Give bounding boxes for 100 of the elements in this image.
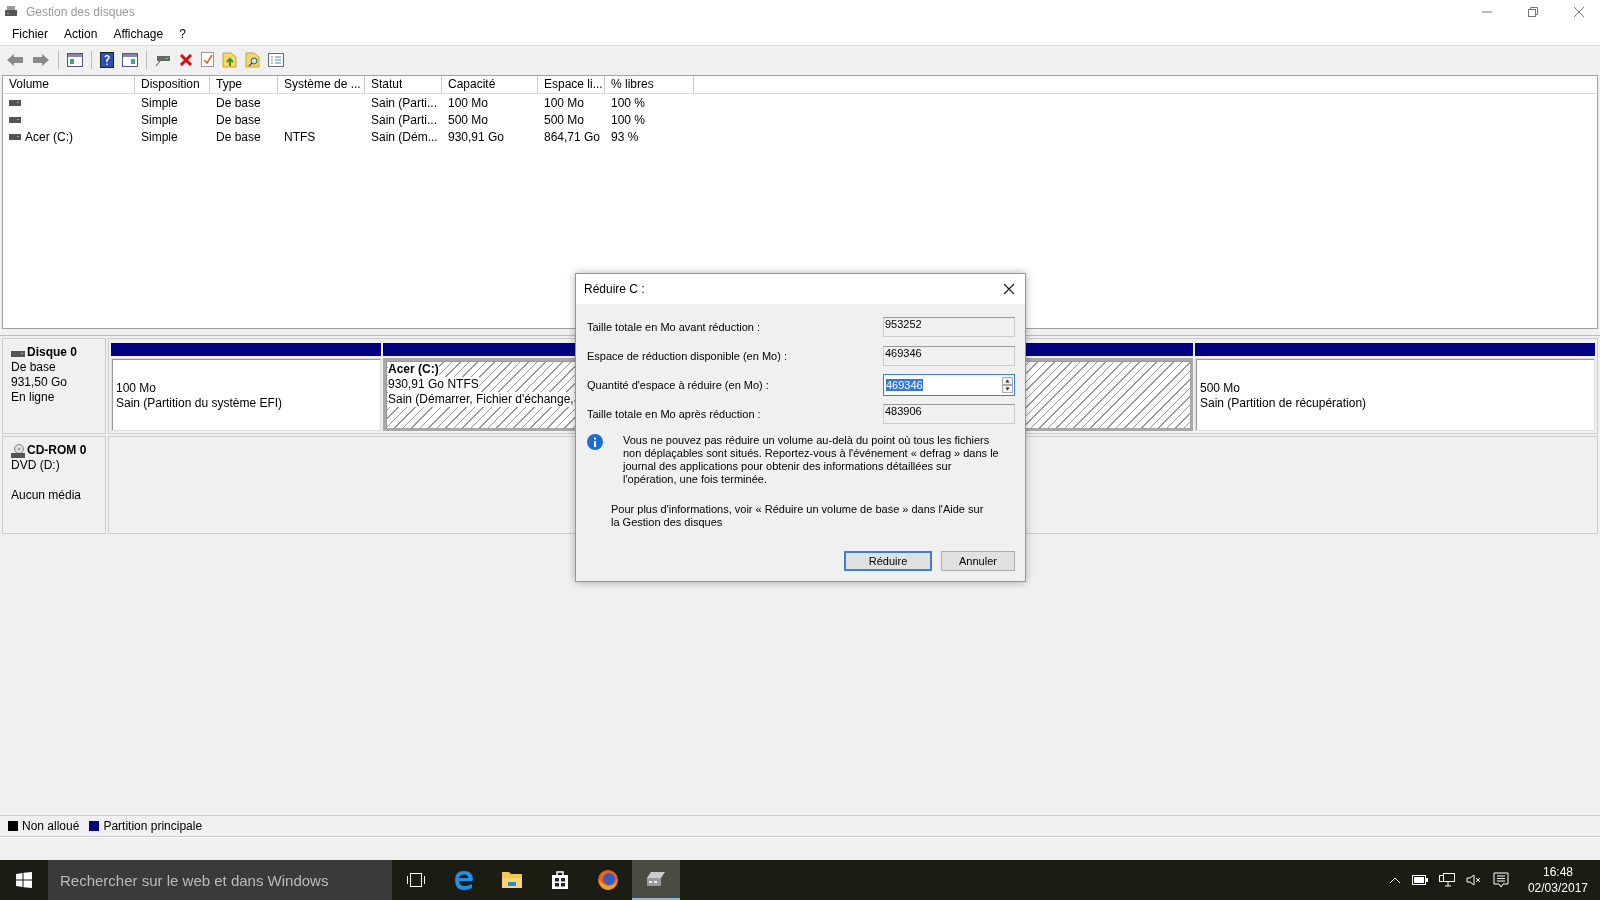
folder-search-icon[interactable] <box>245 51 260 68</box>
table-cell-text: 100 % <box>610 94 647 111</box>
column-header[interactable]: Espace li... <box>538 76 605 93</box>
clock-time[interactable]: 16:48 <box>1542 864 1573 880</box>
table-cell-text: Simple <box>140 94 179 111</box>
disk-name: Disque 0 <box>27 345 77 360</box>
table-cell-text: 100 % <box>610 111 647 128</box>
spin-down-icon[interactable] <box>1002 384 1013 393</box>
table-cell-text: 930,91 Go <box>447 128 506 145</box>
drive-icon <box>9 116 21 123</box>
properties-icon[interactable] <box>268 52 284 67</box>
column-header[interactable]: Disposition <box>135 76 210 93</box>
field-label: Taille totale en Mo après réduction : <box>587 407 761 420</box>
menu-item[interactable]: ? <box>171 27 194 41</box>
disk-info-panel[interactable]: CD-ROM 0 DVD (D:) Aucun média <box>2 436 106 534</box>
disk-status: Aucun média <box>11 488 83 503</box>
chevron-up-icon[interactable] <box>1388 876 1401 884</box>
start-windows-icon[interactable] <box>16 872 32 888</box>
readonly-field: 469346 <box>883 345 1015 366</box>
table-cell-text: 864,71 Go <box>543 128 602 145</box>
table-cell-text: Sain (Parti... <box>370 94 439 111</box>
table-cell-text: Simple <box>140 128 179 145</box>
panel-icon[interactable] <box>122 52 138 67</box>
table-cell-text: 100 Mo <box>543 94 586 111</box>
partition-size: 100 Mo <box>116 381 158 396</box>
column-header[interactable]: Volume <box>3 76 135 93</box>
back-arrow-icon[interactable] <box>6 52 24 67</box>
disk-drive-icon <box>645 870 667 888</box>
notification-icon[interactable] <box>1492 872 1509 888</box>
table-cell-text: De base <box>215 128 262 145</box>
cd-drive-icon <box>11 443 25 458</box>
table-cell-text: De base <box>215 111 262 128</box>
table-cell-text: 100 Mo <box>447 94 490 111</box>
partition-status: Sain (Partition du système EFI) <box>116 396 284 411</box>
legend-label: Partition principale <box>103 819 203 833</box>
disk-size: 931,50 Go <box>11 375 69 390</box>
search-field[interactable]: Rechercher sur le web et dans Windows <box>48 860 392 900</box>
drive-icon <box>9 133 21 140</box>
shopping-bag-icon <box>550 870 570 890</box>
disk-drive-icon <box>4 4 18 19</box>
panel-icon[interactable] <box>67 52 83 67</box>
forward-arrow-icon[interactable] <box>32 52 50 67</box>
table-cell-text: Simple <box>140 111 179 128</box>
partition-block[interactable]: 100 Mo Sain (Partition du système EFI) <box>111 358 381 431</box>
close-icon[interactable] <box>1003 283 1015 295</box>
partition-size: 930,91 Go NTFS <box>388 377 479 392</box>
clock-date[interactable]: 02/03/2017 <box>1527 880 1588 896</box>
drive-icon <box>9 99 21 106</box>
info-message: Vous ne pouvez pas réduire un volume au-delà du point où tous les fichiers non déplaçables sont situés. Reportez-vous à l'événement « defrag » dans le journal des applications pour obtenir des informations détaillées sur l'opération, une fois terminée. <box>623 434 1000 486</box>
readonly-field: 483906 <box>883 403 1015 424</box>
menu-item[interactable]: Action <box>56 27 106 41</box>
speaker-muted-icon[interactable] <box>1465 874 1482 886</box>
folder-icon <box>501 871 523 889</box>
table-cell-text: Sain (Parti... <box>370 111 439 128</box>
column-header[interactable]: Système de ... <box>278 76 365 93</box>
spin-input-field[interactable]: 469346 <box>883 373 1015 396</box>
disk-info-panel[interactable]: Disque 0 De base 931,50 Go En ligne <box>2 338 106 434</box>
partition-label: Acer (C:) <box>388 362 439 377</box>
menu-item[interactable]: Affichage <box>105 27 172 41</box>
folder-up-icon[interactable] <box>222 51 237 68</box>
table-cell: Acer (C:) <box>24 128 74 145</box>
task-view-icon <box>406 872 426 888</box>
info-icon <box>587 434 603 450</box>
column-header[interactable]: % libres <box>605 76 694 93</box>
field-label: Espace de réduction disponible (en Mo) : <box>587 349 787 362</box>
partition-size: 500 Mo <box>1200 381 1242 396</box>
dialog-title: Réduire C : <box>584 282 645 296</box>
restore-icon[interactable] <box>1528 6 1538 17</box>
disk-name: CD-ROM 0 <box>27 443 87 458</box>
table-cell-text: Sain (Dém... <box>370 128 439 145</box>
dialog-button[interactable]: Réduire <box>844 551 932 571</box>
column-header[interactable]: Capacité <box>442 76 538 93</box>
browser-e-icon <box>453 869 475 891</box>
menu-item[interactable]: Fichier <box>4 27 56 41</box>
battery-icon[interactable] <box>1411 875 1428 885</box>
field-label: Quantité d'espace à réduire (en Mo) : <box>587 378 769 391</box>
legend-label: Non alloué <box>22 819 80 833</box>
disk-type: DVD (D:) <box>11 458 61 473</box>
window-title: Gestion des disques <box>26 4 135 19</box>
disk-status: En ligne <box>11 390 56 405</box>
help-note: Pour plus d'informations, voir « Réduire un volume de base » dans l'Aide sur la Gestion des disques <box>611 503 985 529</box>
help-book-icon[interactable] <box>100 51 114 68</box>
table-cell-text: NTFS <box>283 128 317 145</box>
dialog-button[interactable]: Annuler <box>941 551 1015 571</box>
partition-status: Sain (Partition de récupération) <box>1200 396 1368 411</box>
table-cell-text: De base <box>215 94 262 111</box>
disk-type: De base <box>11 360 57 375</box>
fox-globe-icon <box>597 869 619 891</box>
checklist-icon[interactable] <box>201 52 214 67</box>
table-cell-text: 500 Mo <box>447 111 490 128</box>
delete-x-icon[interactable] <box>179 52 193 67</box>
partition-status: Sain (Démarrer, Fichier d'échange, <box>388 392 574 407</box>
table-cell-text: 500 Mo <box>543 111 586 128</box>
partition-block[interactable]: 500 Mo Sain (Partition de récupération) <box>1195 358 1595 431</box>
spin-up-icon[interactable] <box>1002 376 1013 385</box>
column-header[interactable]: Type <box>210 76 278 93</box>
field-label: Taille totale en Mo avant réduction : <box>587 320 761 333</box>
readonly-field: 953252 <box>883 316 1015 337</box>
network-icon[interactable] <box>1438 873 1455 887</box>
column-header[interactable]: Statut <box>365 76 442 93</box>
